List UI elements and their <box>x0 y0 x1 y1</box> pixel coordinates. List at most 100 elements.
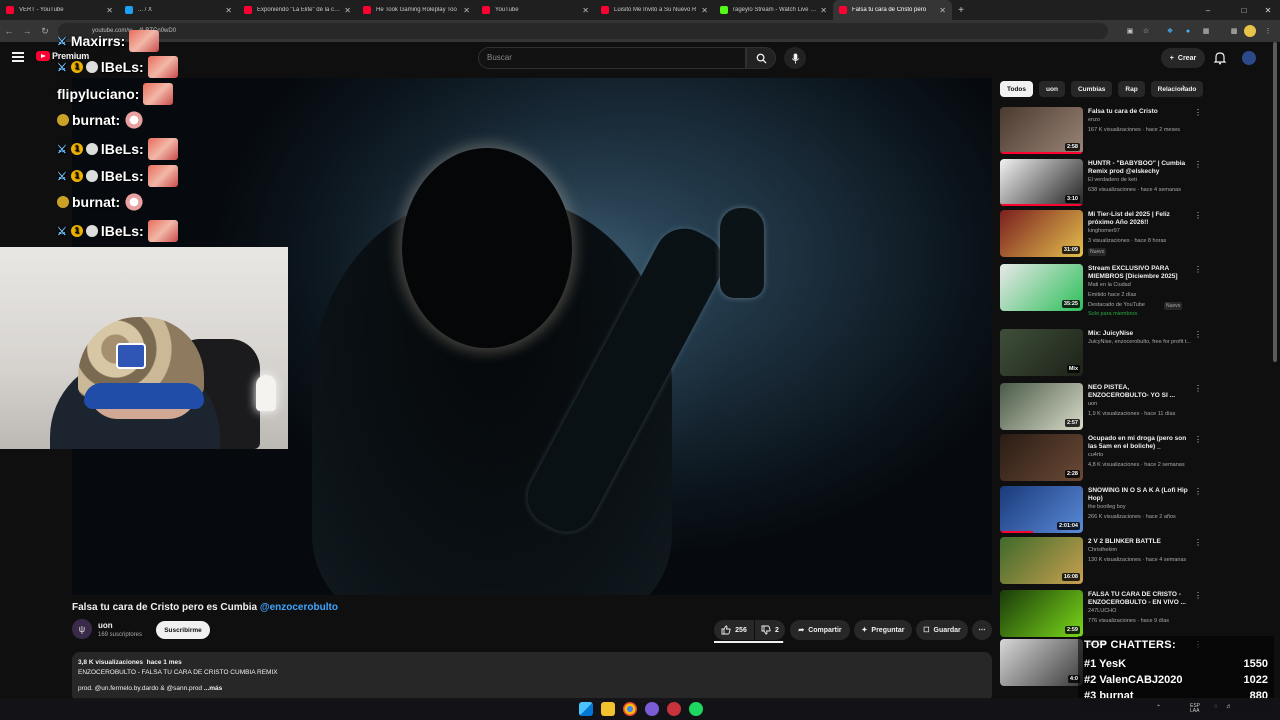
subscribe-button[interactable]: Suscribirme <box>156 621 210 639</box>
filter-chip[interactable]: Cumbias <box>1070 81 1113 97</box>
back-icon[interactable]: ← <box>0 26 18 36</box>
close-tab-icon[interactable]: ✕ <box>701 6 708 15</box>
dislike-button[interactable]: 2 <box>755 620 785 640</box>
browser-tab[interactable]: YouTube ✕ <box>476 0 595 20</box>
extension-icon[interactable]: ● <box>1182 25 1194 37</box>
recommended-channel[interactable]: uon <box>1088 401 1097 407</box>
browser-tab[interactable]: VERT - YouTube ✕ <box>0 0 119 20</box>
volume-icon[interactable]: ♬ <box>1226 704 1232 710</box>
browser-tab[interactable]: Exponiendo "La Elite" de la com ✕ <box>238 0 357 20</box>
recommended-title[interactable]: Mi Tier-List del 2025 | Feliz próximo Añ… <box>1088 211 1188 227</box>
windows-start-icon[interactable] <box>579 702 593 716</box>
notifications-bell-icon[interactable] <box>1213 51 1227 65</box>
recommended-video[interactable]: 2:59 FALSA TU CARA DE CRISTO - ENZOCEROBU… <box>1000 590 1202 638</box>
language-indicator[interactable]: ESP LAA <box>1190 704 1210 714</box>
close-tab-icon[interactable]: ✕ <box>463 6 470 15</box>
video-thumbnail[interactable]: Mix <box>1000 329 1083 376</box>
video-thumbnail[interactable]: 4:0 <box>1000 639 1083 686</box>
window-close-icon[interactable]: ✕ <box>1256 0 1280 20</box>
extension-icon[interactable]: ❖ <box>1164 25 1176 37</box>
more-vertical-icon[interactable]: ⋮ <box>1194 108 1202 117</box>
app-icon[interactable] <box>645 702 659 716</box>
recommended-channel[interactable]: 247LUCHO <box>1088 608 1116 614</box>
cast-icon[interactable]: ▣ <box>1124 25 1136 37</box>
video-description[interactable]: 3,8 K visualizaciones hace 1 mes ENZOCER… <box>72 652 992 702</box>
browser-menu-icon[interactable]: ⋮ <box>1262 25 1274 37</box>
recommended-title[interactable]: Falsa tu cara de Cristo <box>1088 108 1188 116</box>
close-tab-icon[interactable]: ✕ <box>225 6 232 15</box>
filter-chip[interactable]: Rap <box>1118 81 1145 97</box>
voice-search-button[interactable] <box>784 47 806 69</box>
account-avatar[interactable] <box>1242 51 1256 65</box>
share-button[interactable]: ➦ Compartir <box>790 620 850 640</box>
recommended-video[interactable]: 2:01:04 SNOWING IN O S A K A (Lofi Hip Ho… <box>1000 486 1202 534</box>
more-vertical-icon[interactable]: ⋮ <box>1194 211 1202 220</box>
more-vertical-icon[interactable]: ⋮ <box>1194 265 1202 274</box>
recommended-title[interactable]: Ocupado en mi droga (pero son las 5am en… <box>1088 435 1188 451</box>
extensions-puzzle-icon[interactable]: ▦ <box>1200 25 1212 37</box>
close-tab-icon[interactable]: ✕ <box>106 6 113 15</box>
recommended-channel[interactable]: cu4rto <box>1088 452 1103 458</box>
channel-avatar[interactable]: ψ <box>72 619 92 639</box>
search-button[interactable] <box>746 47 776 69</box>
video-thumbnail[interactable]: 2:01:04 <box>1000 486 1083 533</box>
recommended-title[interactable]: HUNTR - "BABYBOO" | Cumbia Remix prod @e… <box>1088 160 1188 176</box>
address-bar[interactable]: youtube.com/w... 4LBTCn0wD0 <box>58 23 1108 39</box>
close-tab-icon[interactable]: ✕ <box>820 6 827 15</box>
maximize-icon[interactable]: □ <box>1232 0 1256 20</box>
recommended-channel[interactable]: El verdadero de keti <box>1088 177 1137 183</box>
video-thumbnail[interactable]: 3:10 <box>1000 159 1083 206</box>
menu-icon[interactable] <box>12 52 24 62</box>
spotify-icon[interactable] <box>689 702 703 716</box>
sidebar-panel-icon[interactable]: ▩ <box>1228 25 1240 37</box>
tray-chevron-icon[interactable]: ⌃ <box>1156 704 1161 711</box>
recommended-title[interactable]: Stream EXCLUSIVO PARA MIEMBROS [Diciembr… <box>1088 265 1188 281</box>
more-actions-button[interactable]: ⋯ <box>972 620 992 640</box>
file-explorer-icon[interactable] <box>601 702 615 716</box>
mention-link[interactable]: @enzocerobulto <box>260 602 338 613</box>
more-vertical-icon[interactable]: ⋮ <box>1194 591 1202 600</box>
filter-chip[interactable]: Todos <box>1000 81 1034 97</box>
recommended-channel[interactable]: the bootleg boy <box>1088 504 1126 510</box>
minimize-icon[interactable]: – <box>1196 0 1220 20</box>
recommended-video[interactable]: 16:08 2 V 2 BLINKER BATTLE Christhekim 130 … <box>1000 537 1202 585</box>
recommended-video[interactable]: 2:57 NEO PISTEA, ENZOCEROBULTO- YO SI ...… <box>1000 383 1202 431</box>
browser-tab[interactable]: He Took Gaming Roleplay Too ✕ <box>357 0 476 20</box>
ask-button[interactable]: ✦ Preguntar <box>854 620 912 640</box>
chevron-right-icon[interactable]: › <box>1182 82 1185 93</box>
close-tab-icon[interactable]: ✕ <box>344 6 351 15</box>
browser-tab[interactable]: Luisito Me Invitó a Su Nuevo R ✕ <box>595 0 714 20</box>
recommended-title[interactable]: NEO PISTEA, ENZOCEROBULTO- YO SI ... <box>1088 384 1188 400</box>
recommended-video[interactable]: 35:25 Stream EXCLUSIVO PARA MIEMBROS [Dic… <box>1000 264 1202 317</box>
recommended-channel[interactable]: Mati en la Ciudad <box>1088 282 1131 288</box>
wifi-icon[interactable]: ◌ <box>1214 704 1218 710</box>
video-thumbnail[interactable]: 16:08 <box>1000 537 1083 584</box>
more-vertical-icon[interactable]: ⋮ <box>1194 160 1202 169</box>
recommended-video[interactable]: 31:09 Mi Tier-List del 2025 | Feliz próxi… <box>1000 210 1202 258</box>
more-vertical-icon[interactable]: ⋮ <box>1194 487 1202 496</box>
more-vertical-icon[interactable]: ⋮ <box>1194 384 1202 393</box>
more-vertical-icon[interactable]: ⋮ <box>1194 538 1202 547</box>
browser-tab[interactable]: ... / X ✕ <box>119 0 238 20</box>
video-thumbnail[interactable]: 2:28 <box>1000 434 1083 481</box>
close-tab-icon[interactable]: ✕ <box>939 6 946 15</box>
recommended-channel[interactable]: JuicyNise, enzocerobulto, free for profi… <box>1088 339 1191 345</box>
scrollbar-thumb[interactable] <box>1273 42 1277 362</box>
filter-chip[interactable]: Relacionado <box>1150 81 1204 97</box>
recommended-title[interactable]: SNOWING IN O S A K A (Lofi Hip Hop) <box>1088 487 1188 503</box>
show-more-link[interactable]: ...más <box>204 685 222 692</box>
chrome-icon[interactable] <box>623 702 637 716</box>
close-tab-icon[interactable]: ✕ <box>582 6 589 15</box>
forward-icon[interactable]: → <box>18 26 36 36</box>
app-icon[interactable] <box>667 702 681 716</box>
browser-tab[interactable]: Falsa tu cara de Cristo pero ✕ <box>833 0 952 20</box>
save-button[interactable]: ☐ Guardar <box>916 620 968 640</box>
recommended-channel[interactable]: Christhekim <box>1088 547 1117 553</box>
video-thumbnail[interactable]: 2:57 <box>1000 383 1083 430</box>
page-scrollbar[interactable] <box>1272 42 1278 682</box>
new-tab-icon[interactable]: + <box>952 5 970 16</box>
recommended-video[interactable]: 3:10 HUNTR - "BABYBOO" | Cumbia Remix pro… <box>1000 159 1202 207</box>
more-vertical-icon[interactable]: ⋮ <box>1194 435 1202 444</box>
video-thumbnail[interactable]: 2:58 <box>1000 107 1083 154</box>
recommended-channel[interactable]: kinghomer97 <box>1088 228 1120 234</box>
